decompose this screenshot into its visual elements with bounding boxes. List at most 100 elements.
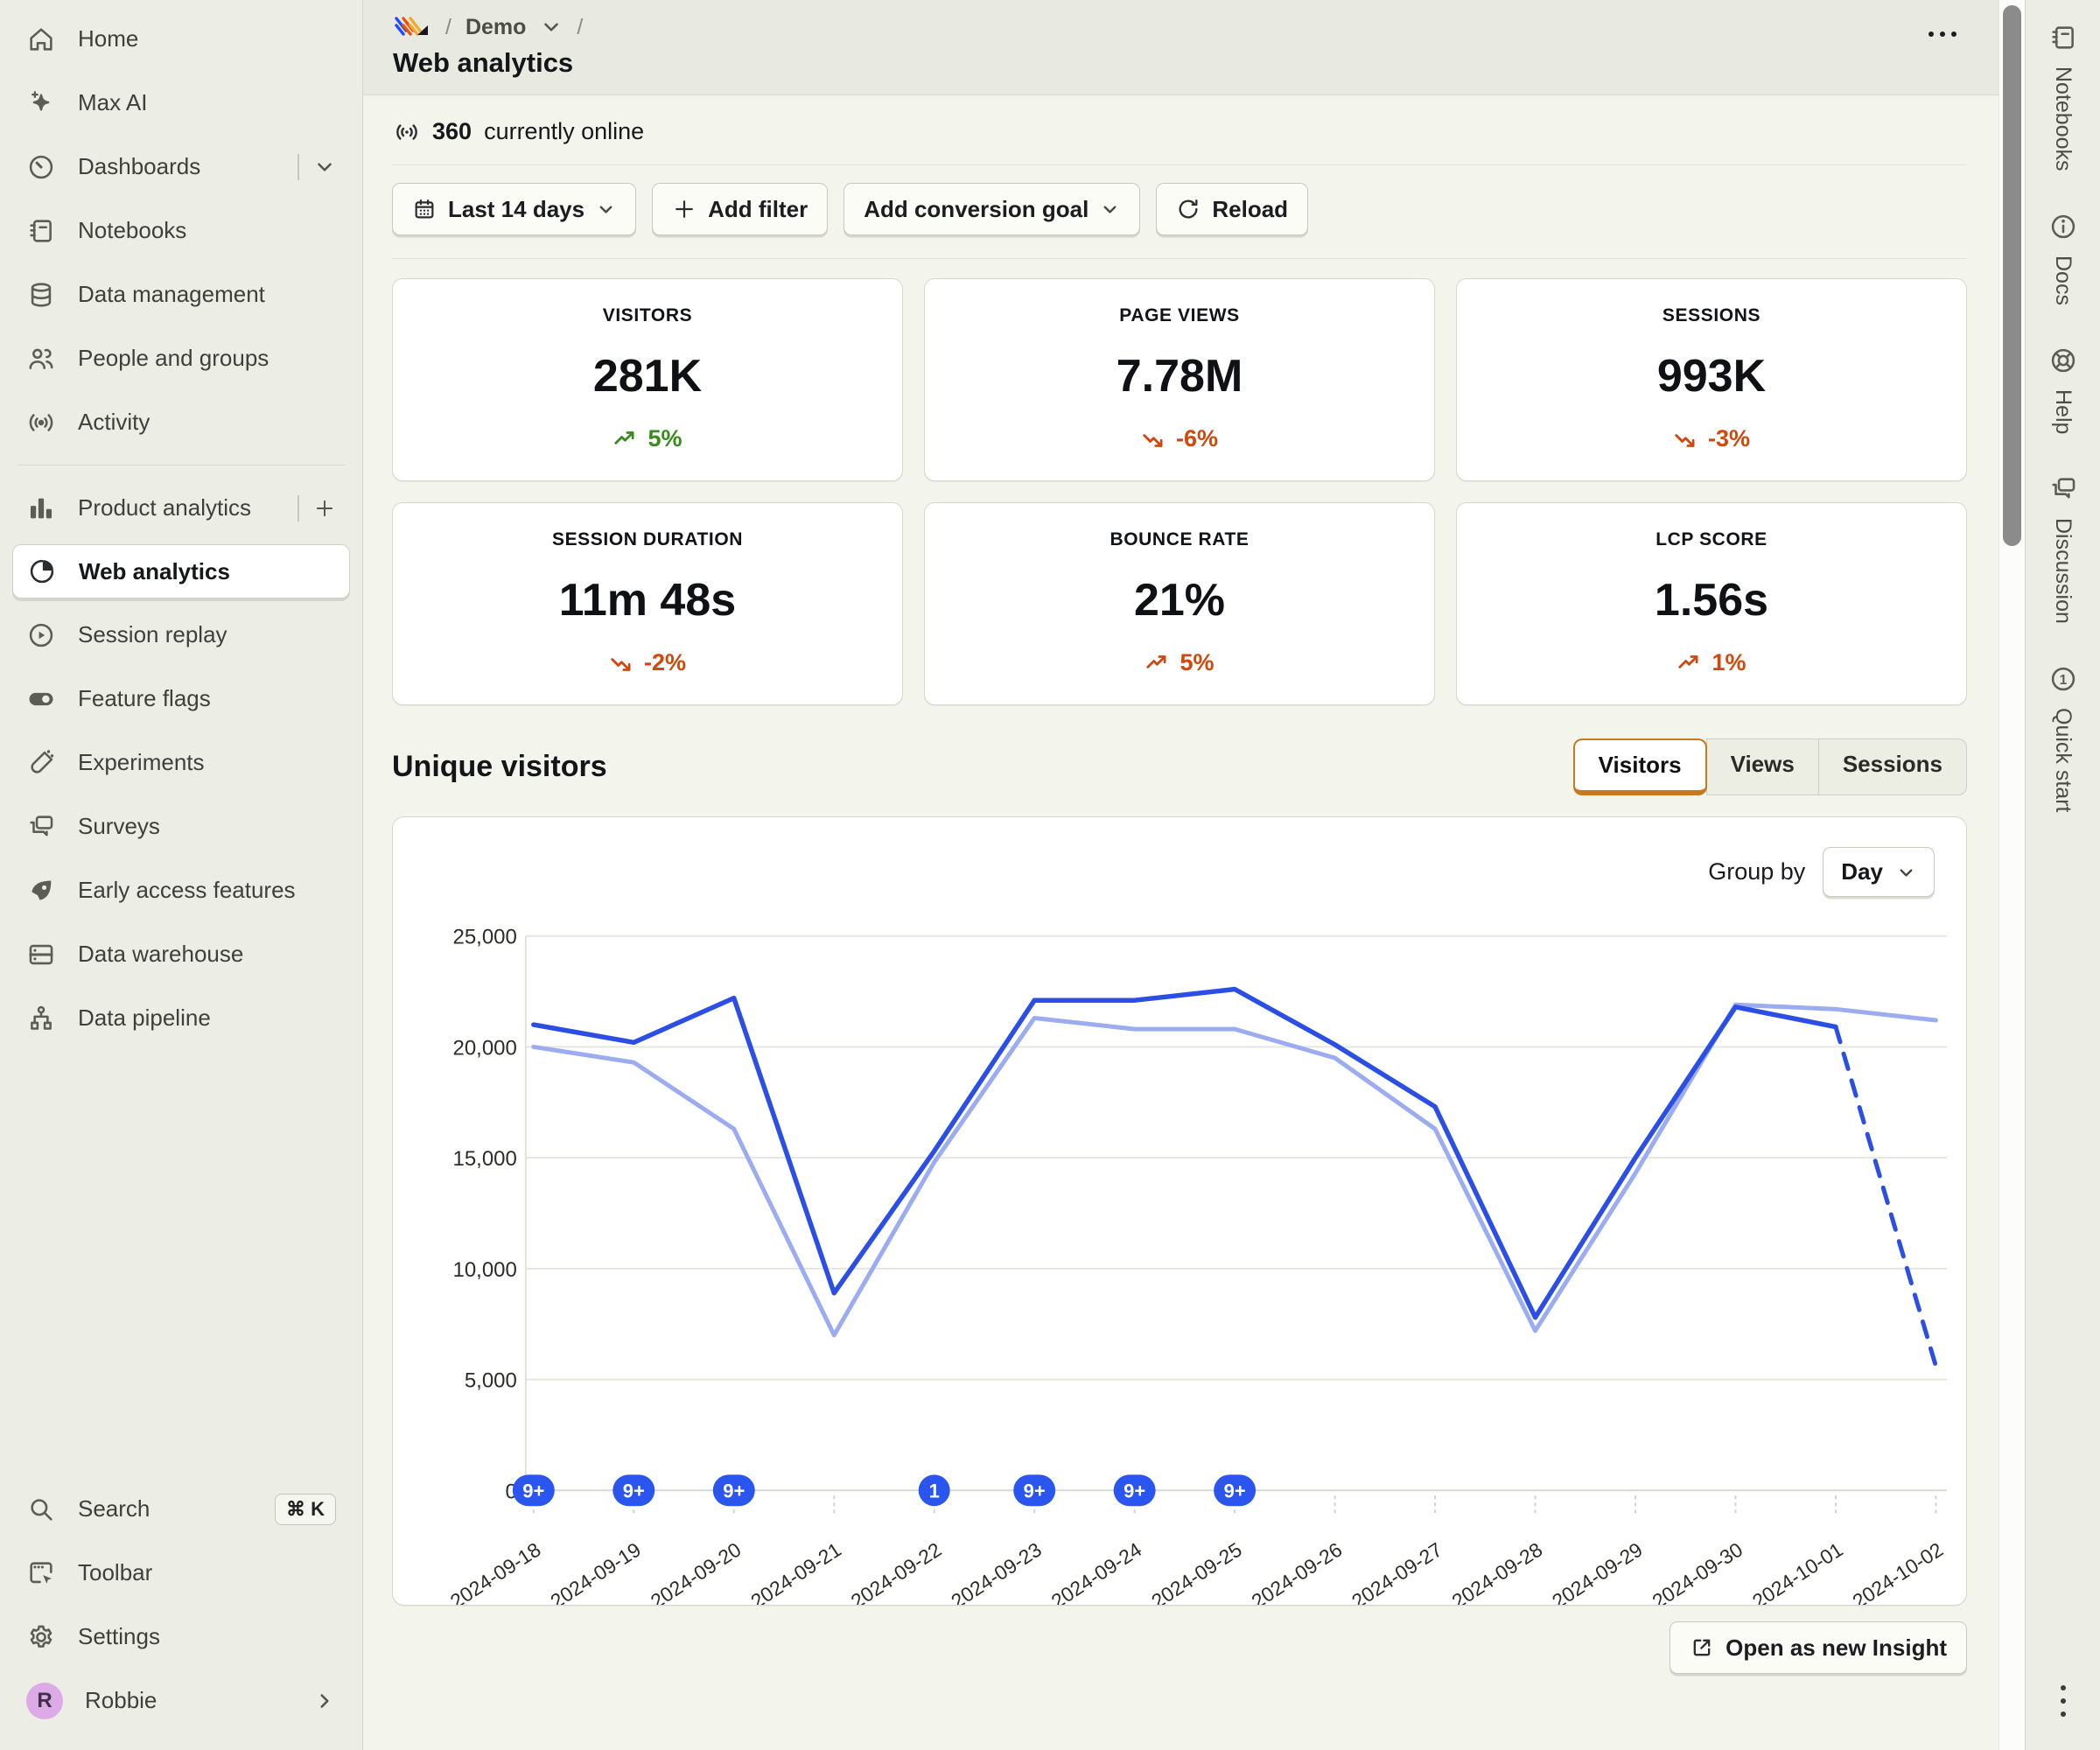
play-circle-icon [26,620,56,650]
unique-visitors-line-chart: 05,00010,00015,00020,00025,0002024-09-18… [393,817,1966,1605]
sidebar-item-label: Settings [78,1623,160,1650]
flask-icon [26,748,56,778]
user-avatar: R [26,1683,63,1719]
metric-value: 7.78M [1116,350,1243,402]
plus-icon[interactable] [313,497,336,520]
add-filter-button[interactable]: Add filter [652,183,828,235]
metric-card-bounce-rate[interactable]: BOUNCE RATE 21% 5% [924,502,1435,705]
sidebar-item-robbie[interactable]: RRobbie [12,1669,350,1732]
svg-text:2024-09-21: 2024-09-21 [746,1538,845,1605]
rail-item-discussion[interactable]: Discussion [2048,474,2078,624]
sidebar-item-early-access-features[interactable]: Early access features [12,858,350,922]
sidebar-item-surveys[interactable]: Surveys [12,794,350,858]
sidebar-item-toolbar[interactable]: Toolbar [12,1541,350,1605]
sidebar-item-product-analytics[interactable]: Product analytics [12,476,350,540]
sidebar-item-label: Max AI [78,89,147,116]
rail-item-label: Help [2050,389,2076,434]
more-options-icon[interactable] [1923,26,1962,42]
add-conversion-goal-button[interactable]: Add conversion goal [844,183,1140,235]
svg-text:9+: 9+ [1224,1480,1246,1502]
tab-sessions[interactable]: Sessions [1818,738,1967,795]
search-icon [26,1494,56,1524]
chevron-right-icon[interactable] [313,1690,336,1712]
rail-item-help[interactable]: Help [2048,346,2078,434]
sidebar-item-dashboards[interactable]: Dashboards [12,135,350,199]
tab-views[interactable]: Views [1706,738,1819,795]
svg-text:2024-09-22: 2024-09-22 [847,1538,946,1605]
rail-item-notebooks[interactable]: Notebooks [2048,23,2078,172]
rail-item-quick-start[interactable]: 1Quick start [2048,664,2078,812]
sidebar-item-experiments[interactable]: Experiments [12,731,350,794]
svg-text:10,000: 10,000 [453,1258,517,1282]
live-broadcast-icon [394,119,420,145]
sidebar-item-web-analytics[interactable]: Web analytics [12,544,350,598]
metric-label: SESSIONS [1662,305,1760,326]
section-title: Unique visitors [392,750,607,784]
item-extras [298,495,336,522]
rail-more-options-icon[interactable] [2061,1685,2066,1717]
sidebar-item-activity[interactable]: Activity [12,390,350,454]
date-range-button[interactable]: Last 14 days [392,183,636,235]
breadcrumb-project[interactable]: Demo [466,15,526,40]
svg-text:2024-09-30: 2024-09-30 [1648,1538,1747,1605]
life-ring-icon [2048,346,2078,375]
rail-item-docs[interactable]: Docs [2048,212,2078,305]
chevron-down-icon[interactable] [313,156,336,178]
line-chart[interactable]: 05,00010,00015,00020,00025,0002024-09-18… [393,817,1966,1605]
group-by-dropdown[interactable]: Day [1823,847,1935,897]
item-extras [313,1690,336,1712]
sidebar-item-session-replay[interactable]: Session replay [12,603,350,667]
trend-down-icon [1673,426,1699,452]
open-as-new-insight-button[interactable]: Open as new Insight [1670,1621,1967,1674]
sidebar-product-nav: Product analyticsWeb analyticsSession re… [12,476,350,1050]
rail-item-label: Docs [2050,256,2076,305]
sidebar-item-label: Early access features [78,877,296,904]
trend-up-icon [1676,650,1703,676]
sidebar-item-home[interactable]: Home [12,7,350,71]
sidebar-item-data-warehouse[interactable]: Data warehouse [12,922,350,986]
metric-card-session-duration[interactable]: SESSION DURATION 11m 48s -2% [392,502,903,705]
sidebar-item-data-management[interactable]: Data management [12,262,350,326]
scrollbar-thumb[interactable] [2003,5,2021,546]
section-header: Unique visitors VisitorsViewsSessions [392,738,1967,795]
unique-visitors-chart-card: Group by Day 05,00010,00015,00020,00025,… [392,816,1967,1606]
external-link-icon [1690,1635,1714,1660]
sidebar-item-label: Notebooks [78,217,186,244]
sidebar-item-feature-flags[interactable]: Feature flags [12,667,350,731]
sidebar-item-label: Search [78,1495,150,1522]
metric-tabs: VisitorsViewsSessions [1573,738,1967,795]
scrollbar-track[interactable] [1998,0,2025,1750]
svg-text:2024-09-26: 2024-09-26 [1248,1538,1347,1605]
svg-text:2024-09-27: 2024-09-27 [1348,1538,1446,1605]
gear-icon [26,1622,56,1652]
sidebar-item-data-pipeline[interactable]: Data pipeline [12,986,350,1050]
tab-visitors[interactable]: Visitors [1573,738,1707,795]
right-rail: Notebooks Docs Help Discussion 1Quick st… [2025,0,2100,1750]
metric-value: 11m 48s [559,574,736,626]
sidebar-item-search[interactable]: Search⌘ K [12,1477,350,1541]
svg-text:9+: 9+ [723,1480,745,1502]
svg-text:2024-09-19: 2024-09-19 [546,1538,645,1605]
metric-card-page-views[interactable]: PAGE VIEWS 7.78M -6% [924,278,1435,481]
trend-up-icon [612,426,639,452]
svg-text:1: 1 [2059,673,2067,688]
sidebar-item-max-ai[interactable]: Max AI [12,71,350,135]
chevron-down-icon[interactable] [540,16,563,38]
metric-card-sessions[interactable]: SESSIONS 993K -3% [1456,278,1967,481]
group-by-value: Day [1841,858,1883,886]
svg-text:1: 1 [929,1480,940,1502]
sidebar-item-label: Surveys [78,813,160,840]
metric-card-lcp-score[interactable]: LCP SCORE 1.56s 1% [1456,502,1967,705]
sidebar-item-people-and-groups[interactable]: People and groups [12,326,350,390]
sidebar-top-nav: Home Max AI Dashboards Notebooks Data manage… [12,7,350,454]
sidebar-item-label: Feature flags [78,685,211,712]
posthog-logo-icon[interactable] [393,14,431,40]
metric-trend: -3% [1673,425,1750,452]
metric-card-visitors[interactable]: VISITORS 281K 5% [392,278,903,481]
sidebar-item-settings[interactable]: Settings [12,1605,350,1669]
info-icon [2048,212,2078,242]
svg-text:2024-09-18: 2024-09-18 [446,1538,545,1605]
sidebar-item-notebooks[interactable]: Notebooks [12,199,350,262]
reload-label: Reload [1212,196,1288,223]
reload-button[interactable]: Reload [1156,183,1308,235]
